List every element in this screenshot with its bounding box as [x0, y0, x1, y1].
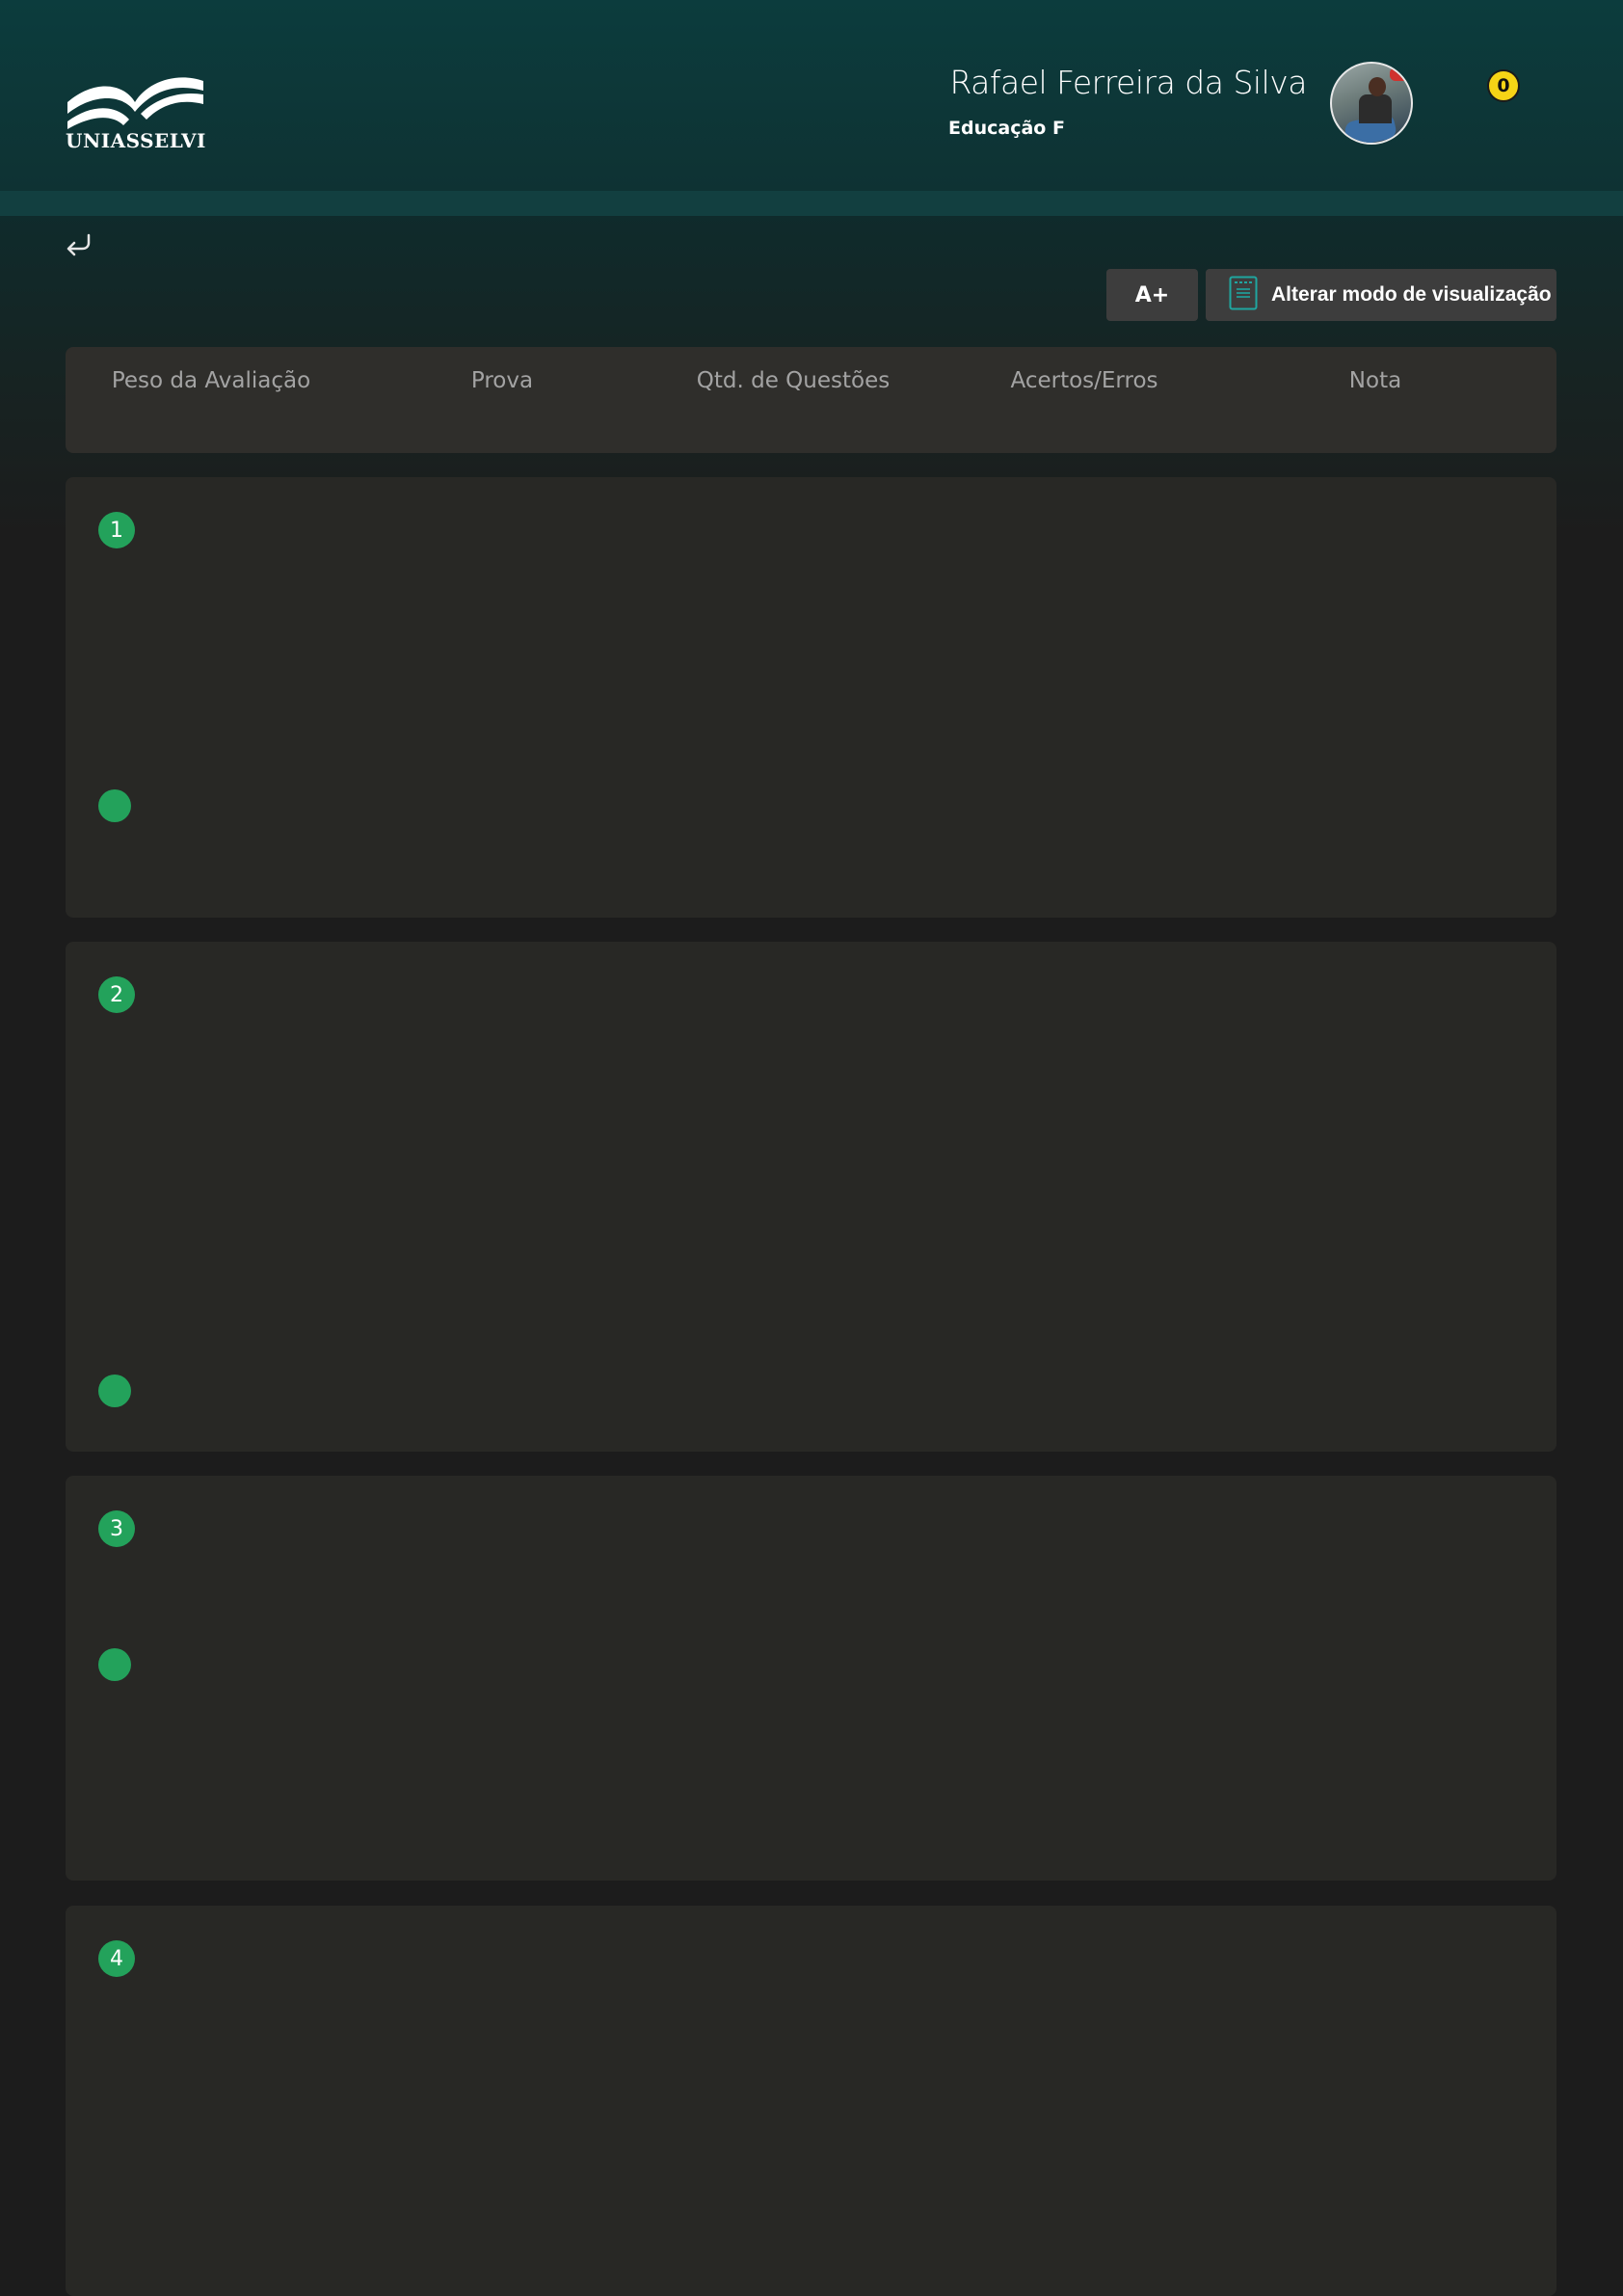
- column-question-count: Qtd. de Questões: [696, 368, 891, 393]
- column-exam: Prova: [470, 368, 534, 393]
- uniasselvi-logo[interactable]: UNIASSELVI: [66, 66, 205, 152]
- question-card: 2: [66, 942, 1556, 1452]
- avatar-photo-body: [1359, 94, 1392, 123]
- question-card: 1: [66, 477, 1556, 918]
- logo-wings-icon: [67, 77, 203, 129]
- view-mode-label: Alterar modo de visualização: [1271, 283, 1552, 306]
- user-course: Educação F: [948, 118, 1065, 139]
- column-weight: Peso da Avaliação: [111, 368, 311, 393]
- exam-summary-header: Peso da Avaliação Prova Qtd. de Questões…: [66, 347, 1556, 453]
- avatar[interactable]: [1330, 62, 1413, 145]
- answer-indicator-dot: [98, 789, 131, 822]
- question-number-badge: 2: [98, 976, 135, 1013]
- question-number-badge: 1: [98, 512, 135, 548]
- header-strip: [0, 191, 1623, 216]
- column-right-wrong: Acertos/Erros: [1010, 368, 1158, 393]
- question-number-badge: 3: [98, 1510, 135, 1547]
- back-arrow-icon[interactable]: [64, 229, 94, 258]
- question-card: 3: [66, 1476, 1556, 1881]
- notification-badge[interactable]: 0: [1487, 69, 1520, 102]
- question-number-badge: 4: [98, 1940, 135, 1977]
- answer-indicator-dot: [98, 1375, 131, 1407]
- avatar-photo-cap: [1390, 67, 1409, 81]
- question-card: 4: [66, 1906, 1556, 2296]
- document-view-icon: [1229, 276, 1258, 314]
- avatar-photo-head: [1369, 77, 1386, 96]
- user-name: Rafael Ferreira da Silva: [949, 64, 1307, 101]
- increase-font-button[interactable]: A+: [1106, 269, 1198, 321]
- answer-indicator-dot: [98, 1648, 131, 1681]
- view-mode-button[interactable]: Alterar modo de visualização: [1206, 269, 1556, 321]
- logo-text: UNIASSELVI: [66, 129, 206, 152]
- column-grade: Nota: [1348, 368, 1402, 393]
